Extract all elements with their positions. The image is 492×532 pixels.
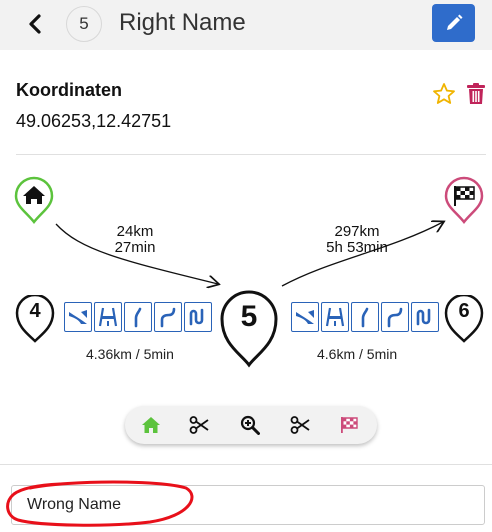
scissors-icon[interactable] [290, 415, 310, 435]
distance-to-finish: 297km 5h 53min [312, 224, 402, 256]
distance-from-start-time: 27min [114, 239, 156, 256]
slight-left-icon [351, 302, 379, 332]
star-icon[interactable] [432, 82, 456, 106]
ramp-icon [64, 302, 92, 332]
current-waypoint-number: 5 [240, 300, 258, 333]
prev-waypoint-pin[interactable]: 4 [15, 295, 55, 343]
next-waypoint-number: 6 [458, 300, 470, 322]
waypoint-number: 5 [79, 14, 89, 33]
waypoint-name-input[interactable] [11, 485, 485, 525]
distance-from-start: 24km 27min [105, 224, 165, 256]
coordinates-label: Koordinaten [16, 80, 122, 100]
page-title: Right Name [119, 9, 246, 36]
trash-icon[interactable] [466, 83, 486, 105]
scissors-icon[interactable] [189, 415, 209, 435]
route-arrows [55, 150, 492, 300]
header-bar: 5 Right Name [0, 0, 492, 50]
ramp-icon [291, 302, 319, 332]
waypoint-toolbar [125, 406, 377, 444]
distance-from-start-km: 24km [116, 223, 154, 240]
coordinates-value: 49.06253,12.42751 [16, 111, 172, 131]
edit-button[interactable] [432, 4, 475, 42]
motorway-icon [321, 302, 349, 332]
next-maneuver-list [291, 302, 439, 332]
current-waypoint-pin[interactable]: 5 [220, 288, 278, 368]
chevron-left-icon[interactable] [26, 14, 44, 34]
prev-waypoint-number: 4 [29, 300, 41, 322]
pencil-icon [446, 14, 462, 30]
turn-left-icon [381, 302, 409, 332]
next-segment-info: 4.6km / 5min [317, 346, 398, 362]
motorway-icon [94, 302, 122, 332]
flag-icon[interactable] [339, 415, 359, 435]
prev-segment-info: 4.36km / 5min [86, 346, 174, 362]
zoom-in-icon[interactable] [240, 415, 260, 435]
u-turn-icon [184, 302, 212, 332]
slight-left-icon [124, 302, 152, 332]
next-waypoint-pin[interactable]: 6 [444, 295, 484, 343]
waypoint-number-badge: 5 [66, 6, 102, 42]
divider [0, 464, 492, 465]
distance-to-finish-time: 5h 53min [326, 239, 388, 256]
home-icon[interactable] [141, 415, 161, 435]
distance-to-finish-km: 297km [334, 223, 380, 240]
turn-left-icon [154, 302, 182, 332]
u-turn-icon [411, 302, 439, 332]
prev-maneuver-list [64, 302, 212, 332]
